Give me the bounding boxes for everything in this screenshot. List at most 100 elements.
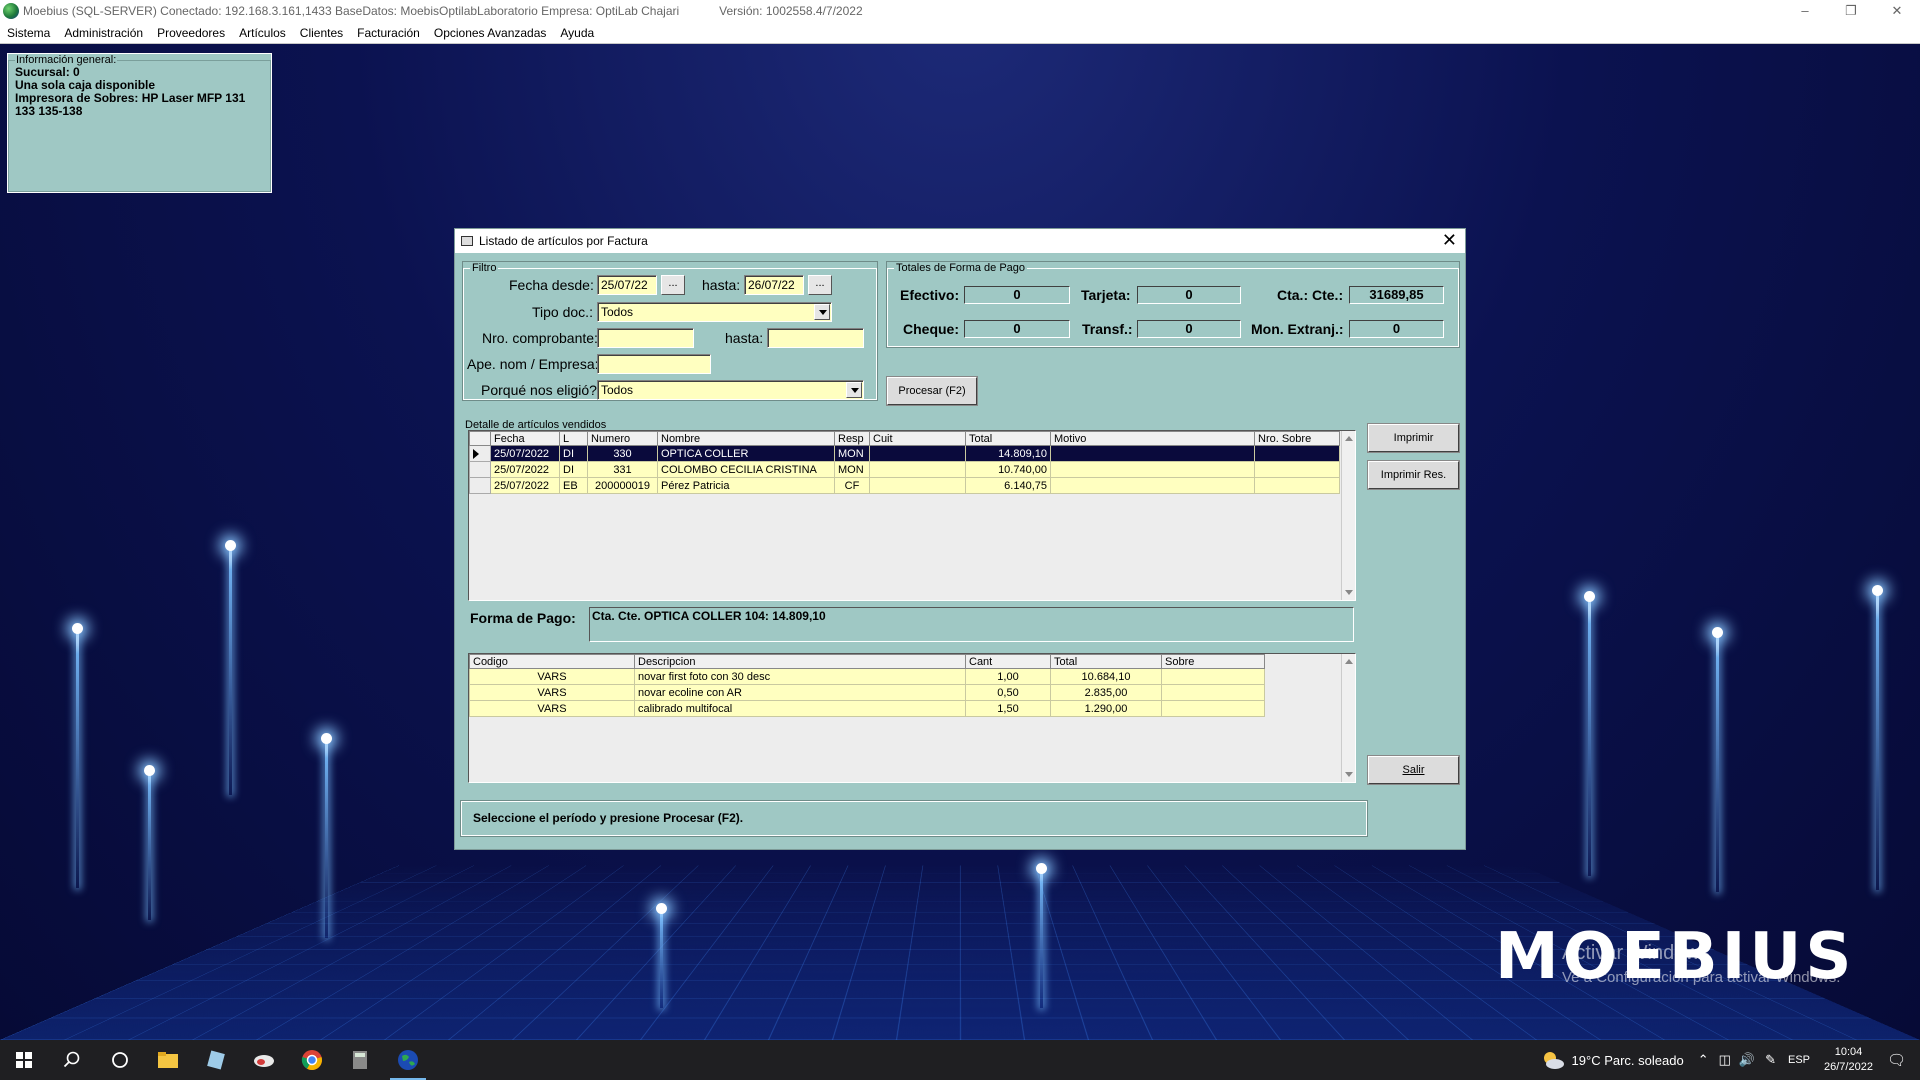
ape-nom-input[interactable] xyxy=(597,354,711,374)
col-item-total[interactable]: Total xyxy=(1050,654,1162,669)
cell-sobre xyxy=(1254,461,1340,478)
salir-button[interactable]: Salir xyxy=(1367,755,1460,785)
menu-articulos[interactable]: Artículos xyxy=(232,26,293,40)
table-row[interactable]: 25/07/2022 DI 331 COLOMBO CECILIA CRISTI… xyxy=(469,461,1340,478)
col-cuit[interactable]: Cuit xyxy=(869,431,966,446)
table-row[interactable]: 25/07/2022 EB 200000019 Pérez Patricia C… xyxy=(469,477,1340,494)
imprimir-res-button[interactable]: Imprimir Res. xyxy=(1367,460,1460,490)
app-title: Moebius (SQL-SERVER) Conectado: 192.168.… xyxy=(23,4,680,18)
restore-icon[interactable]: ❐ xyxy=(1828,0,1874,22)
cheque-label: Cheque: xyxy=(903,321,959,337)
start-button[interactable] xyxy=(0,1040,48,1080)
col-resp[interactable]: Resp xyxy=(834,431,870,446)
cell-codigo: VARS xyxy=(469,700,635,717)
col-item-sobre[interactable]: Sobre xyxy=(1161,654,1265,669)
scroll-up-icon[interactable] xyxy=(1345,436,1353,441)
col-cant[interactable]: Cant xyxy=(965,654,1051,669)
scroll-down-icon[interactable] xyxy=(1345,590,1353,595)
col-codigo[interactable]: Codigo xyxy=(469,654,635,669)
table-row[interactable]: VARS calibrado multifocal 1,50 1.290,00 xyxy=(469,700,1265,717)
mon-extranj-label: Mon. Extranj.: xyxy=(1251,321,1344,337)
cell-motivo xyxy=(1050,445,1255,462)
imprimir-button[interactable]: Imprimir xyxy=(1367,423,1460,453)
ape-nom-label: Ape. nom / Empresa: xyxy=(467,356,599,372)
table-row[interactable]: VARS novar first foto con 30 desc 1,00 1… xyxy=(469,668,1265,685)
language-indicator[interactable]: ESP xyxy=(1788,1054,1810,1066)
close-icon[interactable]: ✕ xyxy=(1874,0,1920,22)
scroll-down-icon[interactable] xyxy=(1345,772,1353,777)
menu-opciones-avanzadas[interactable]: Opciones Avanzadas xyxy=(427,26,554,40)
col-fecha[interactable]: Fecha xyxy=(490,431,560,446)
taskbar-app-cloud[interactable] xyxy=(240,1040,288,1080)
col-nombre[interactable]: Nombre xyxy=(657,431,835,446)
table-row[interactable]: VARS novar ecoline con AR 0,50 2.835,00 xyxy=(469,684,1265,701)
fecha-hasta-picker-button[interactable]: ... xyxy=(808,275,832,295)
taskbar-app-notes[interactable] xyxy=(192,1040,240,1080)
procesar-button[interactable]: Procesar (F2) xyxy=(886,376,978,406)
windows-icon xyxy=(16,1052,32,1068)
detalle-scrollbar[interactable] xyxy=(1341,431,1355,600)
notifications-icon[interactable]: 🗨 xyxy=(1887,1051,1906,1069)
nro-hasta-input[interactable] xyxy=(767,328,864,348)
chevron-down-icon[interactable] xyxy=(814,304,830,320)
pen-icon[interactable]: ✎ xyxy=(1765,1052,1776,1068)
fecha-desde-picker-button[interactable]: ... xyxy=(661,275,685,295)
tarjeta-value: 0 xyxy=(1137,286,1241,304)
task-view-button[interactable] xyxy=(96,1040,144,1080)
clock[interactable]: 10:04 26/7/2022 xyxy=(1824,1045,1873,1075)
detalle-header-row: Fecha L Numero Nombre Resp Cuit Total Mo… xyxy=(469,431,1340,446)
porque-select[interactable]: Todos xyxy=(597,380,864,400)
scroll-up-icon[interactable] xyxy=(1345,659,1353,664)
forma-pago-label: Forma de Pago: xyxy=(470,610,576,626)
cell-fecha: 25/07/2022 xyxy=(490,477,560,494)
menu-ayuda[interactable]: Ayuda xyxy=(553,26,601,40)
info-line-impresora-cont: 133 135-138 xyxy=(15,104,83,118)
porque-value: Todos xyxy=(601,383,634,397)
taskbar-calculator[interactable] xyxy=(336,1040,384,1080)
col-numero[interactable]: Numero xyxy=(587,431,658,446)
weather-text[interactable]: 19°C Parc. soleado xyxy=(1572,1053,1684,1068)
menu-sistema[interactable]: Sistema xyxy=(0,26,57,40)
fecha-hasta-input[interactable]: 26/07/22 xyxy=(744,275,804,295)
col-total[interactable]: Total xyxy=(965,431,1051,446)
taskbar-moebius[interactable] xyxy=(384,1040,432,1080)
cell-codigo: VARS xyxy=(469,684,635,701)
forma-pago-value: Cta. Cte. OPTICA COLLER 104: 14.809,10 xyxy=(589,607,1354,642)
table-row[interactable]: 25/07/2022 DI 330 OPTICA COLLER MON 14.8… xyxy=(469,445,1340,462)
row-pointer-icon xyxy=(473,448,479,459)
imprimir-res-button-label: Imprimir Res. xyxy=(1380,469,1447,481)
col-motivo[interactable]: Motivo xyxy=(1050,431,1255,446)
cell-numero: 200000019 xyxy=(587,477,658,494)
minimize-icon[interactable]: – xyxy=(1782,0,1828,22)
menu-administracion[interactable]: Administración xyxy=(57,26,150,40)
cell-numero: 331 xyxy=(587,461,658,478)
nro-comprobante-input[interactable] xyxy=(597,328,694,348)
dialog-close-icon[interactable]: ✕ xyxy=(1442,230,1457,250)
taskbar-chrome[interactable] xyxy=(288,1040,336,1080)
search-button[interactable] xyxy=(48,1040,96,1080)
row-indicator xyxy=(469,477,491,494)
cell-total: 10.740,00 xyxy=(965,461,1051,478)
mon-extranj-value: 0 xyxy=(1349,320,1444,338)
light-beam xyxy=(656,903,667,1008)
volume-icon[interactable]: 🔊 xyxy=(1739,1052,1755,1068)
col-descripcion[interactable]: Descripcion xyxy=(634,654,966,669)
tipo-doc-select[interactable]: Todos xyxy=(597,302,832,322)
tray-chevron-up-icon[interactable]: ⌃ xyxy=(1698,1052,1709,1068)
cell-l: EB xyxy=(559,477,588,494)
menu-facturacion[interactable]: Facturación xyxy=(350,26,427,40)
chevron-down-icon[interactable] xyxy=(846,382,862,398)
col-l[interactable]: L xyxy=(559,431,588,446)
menu-clientes[interactable]: Clientes xyxy=(293,26,350,40)
tray-device-icon[interactable]: ◫ xyxy=(1719,1052,1731,1068)
col-nro-sobre[interactable]: Nro. Sobre xyxy=(1254,431,1340,446)
transf-label: Transf.: xyxy=(1082,321,1133,337)
tipo-doc-label: Tipo doc.: xyxy=(532,304,593,320)
taskbar-file-explorer[interactable] xyxy=(144,1040,192,1080)
efectivo-label: Efectivo: xyxy=(900,287,960,303)
menu-proveedores[interactable]: Proveedores xyxy=(150,26,232,40)
fecha-desde-input[interactable]: 25/07/22 xyxy=(597,275,657,295)
cell-resp: MON xyxy=(834,445,870,462)
items-scrollbar[interactable] xyxy=(1341,654,1355,782)
fecha-hasta-label: hasta: xyxy=(702,277,741,293)
